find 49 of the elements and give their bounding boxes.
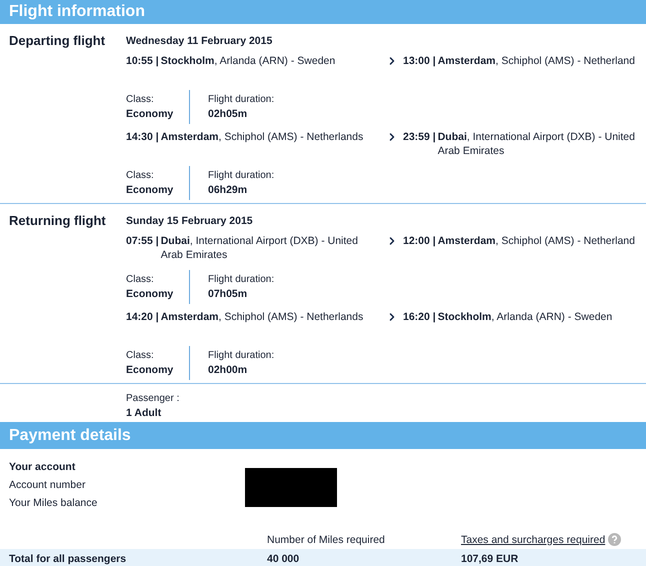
class-value: Economy [126, 287, 174, 301]
taxes-total: 107,69 EUR [461, 552, 518, 566]
section-header: Flight information [0, 0, 646, 24]
flight-time: 12:00 | [403, 234, 437, 248]
flight-date: Wednesday 11 February 2015 [126, 34, 274, 48]
flight-time: 07:55 | [126, 234, 160, 249]
flight-date: Sunday 15 February 2015 [126, 214, 254, 228]
airport-name: Dubai, International Airport (DXB) - United Arab Emirates [160, 234, 359, 262]
taxes-link[interactable]: Taxes and surcharges required [461, 532, 606, 546]
passenger-count: 1 Adult [126, 406, 162, 420]
class-value: Economy [126, 363, 174, 377]
flight-time: 16:20 | [403, 310, 437, 324]
class-value: Economy [126, 107, 174, 121]
duration-label: Flight duration: [208, 93, 274, 107]
class-label: Class: [126, 349, 155, 363]
airport-name: Stockholm, Arlanda (ARN) - Sweden [160, 54, 336, 68]
flight-time: 10:55 | [126, 54, 160, 68]
class-label: Class: [126, 273, 155, 287]
duration-value: 06h29m [208, 183, 248, 197]
airport-name: Amsterdam, Schiphol (AMS) - Netherland [438, 234, 636, 248]
column-heading: Number of Miles required [267, 532, 386, 546]
passenger-label: Passenger : [126, 392, 180, 406]
flight-time: 14:30 | [126, 130, 160, 144]
flight-time: 23:59 | [403, 130, 437, 145]
flight-time: 13:00 | [403, 54, 437, 68]
help-icon [608, 533, 622, 546]
flight-direction-label: Returning flight [9, 213, 106, 228]
account-field-label: Account number [9, 478, 86, 492]
airport-name: Amsterdam, Schiphol (AMS) - Netherlands [160, 130, 364, 144]
duration-label: Flight duration: [208, 273, 274, 287]
totals-label: Total for all passengers [8, 552, 128, 566]
account-field-label: Your Miles balance [9, 496, 98, 510]
airport-name: Amsterdam, Schiphol (AMS) - Netherlands [160, 310, 364, 324]
class-label: Class: [126, 169, 155, 183]
duration-label: Flight duration: [208, 349, 274, 363]
duration-value: 07h05m [208, 287, 248, 301]
account-title: Your account [9, 460, 76, 474]
airport-name: Stockholm, Arlanda (ARN) - Sweden [438, 310, 614, 324]
miles-total: 40 000 [267, 552, 300, 566]
class-value: Economy [126, 183, 174, 197]
flight-direction-label: Departing flight [9, 33, 106, 48]
flight-time: 14:20 | [126, 310, 160, 324]
duration-value: 02h00m [208, 363, 248, 377]
class-label: Class: [126, 93, 155, 107]
airport-name: Dubai, International Airport (DXB) - United Arab Emirates [438, 130, 636, 158]
duration-value: 02h05m [208, 107, 248, 121]
airport-name: Amsterdam, Schiphol (AMS) - Netherland [438, 54, 636, 68]
section-header: Payment details [0, 422, 646, 449]
duration-label: Flight duration: [208, 169, 274, 183]
